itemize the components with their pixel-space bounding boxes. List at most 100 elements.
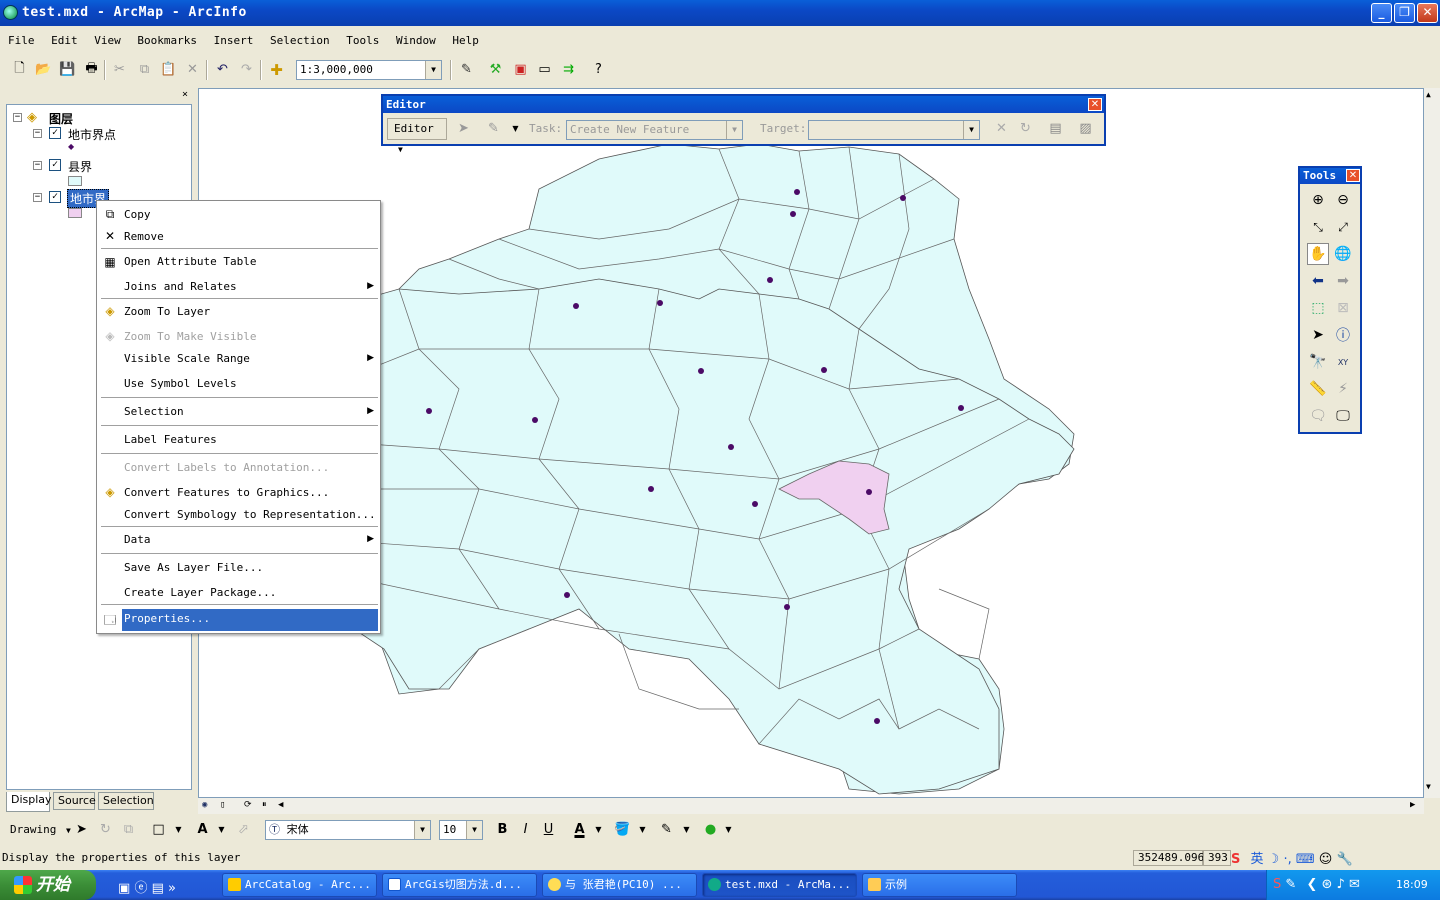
city-point[interactable] bbox=[573, 303, 579, 309]
paste-icon[interactable]: 📋 bbox=[158, 59, 179, 80]
chevron-down-icon[interactable]: ▼ bbox=[168, 819, 189, 840]
menu-item-copy[interactable]: Copy bbox=[124, 208, 151, 222]
rectangle-icon[interactable]: □ bbox=[148, 819, 169, 840]
print-icon[interactable]: 🖶 bbox=[81, 59, 102, 80]
city-point[interactable] bbox=[866, 489, 872, 495]
layer-name[interactable]: 县界 bbox=[68, 158, 92, 175]
html-popup-icon[interactable]: 🗨 bbox=[1307, 405, 1329, 427]
user-icon[interactable]: ☺ bbox=[1319, 852, 1333, 867]
menu-item-selection[interactable]: Selection bbox=[124, 405, 184, 419]
time-slider-icon[interactable]: 🖵 bbox=[1332, 405, 1354, 427]
font-color-icon[interactable]: A bbox=[569, 819, 590, 840]
collapse-icon[interactable]: − bbox=[13, 113, 22, 122]
fixed-zoom-in-icon[interactable]: ⤡ bbox=[1307, 216, 1329, 238]
cut-icon[interactable]: ✂ bbox=[109, 59, 130, 80]
font-combo[interactable]: Ⓣ 宋体 ▼ bbox=[265, 820, 431, 840]
task-combo[interactable]: Create New Feature ▼ bbox=[566, 120, 743, 140]
add-data-icon[interactable]: ✚ bbox=[266, 59, 287, 80]
map-scale-combo[interactable]: 1:3,000,000 ▼ bbox=[296, 60, 442, 80]
chevron-down-icon[interactable]: ▼ bbox=[588, 819, 609, 840]
sogou-icon[interactable]: S bbox=[1231, 852, 1240, 867]
keyboard-icon[interactable]: ⌨ bbox=[1296, 852, 1315, 867]
data-frame-label[interactable]: 图层 bbox=[49, 110, 73, 127]
map-canvas[interactable] bbox=[199, 89, 1424, 798]
tab-display[interactable]: Display bbox=[6, 792, 52, 812]
city-point[interactable] bbox=[874, 718, 880, 724]
editor-title[interactable]: Editor bbox=[383, 96, 1104, 113]
city-point[interactable] bbox=[900, 195, 906, 201]
map-display[interactable] bbox=[198, 88, 1424, 798]
city-point[interactable] bbox=[790, 211, 796, 217]
rotate-icon[interactable]: ↻ bbox=[95, 819, 116, 840]
menu-item-joins-relates[interactable]: Joins and Relates bbox=[124, 280, 237, 294]
taskbar-item-word-doc[interactable]: ArcGis切图方法.d... bbox=[382, 873, 537, 897]
menu-item-save-as-layer-file[interactable]: Save As Layer File... bbox=[124, 561, 263, 575]
city-point[interactable] bbox=[752, 501, 758, 507]
city-point[interactable] bbox=[532, 417, 538, 423]
map-horizontal-scrollbar[interactable]: ◉ ▯ ⟳ ⏸ ◀ ▶ bbox=[198, 798, 1424, 814]
measure-ruler-icon[interactable]: 📏 bbox=[1307, 378, 1329, 400]
chevron-down-icon[interactable]: ▼ bbox=[466, 821, 482, 839]
city-point[interactable] bbox=[426, 408, 432, 414]
chevron-down-icon[interactable]: ▼ bbox=[414, 821, 430, 839]
chevron-down-icon[interactable]: ▼ bbox=[632, 819, 653, 840]
menu-item-convert-features-to-graphics[interactable]: Convert Features to Graphics... bbox=[124, 486, 329, 500]
edit-vertices-icon[interactable]: ⬀ bbox=[233, 819, 254, 840]
show-desktop-icon[interactable]: ▣ bbox=[118, 881, 130, 896]
minimize-button[interactable]: _ bbox=[1371, 3, 1392, 23]
chat-tray-icon[interactable]: ✉ bbox=[1349, 877, 1360, 892]
arctoolbox-icon[interactable]: ⚒ bbox=[485, 59, 506, 80]
network-tray-icon[interactable]: ⊛ bbox=[1322, 877, 1333, 892]
menu-item-zoom-to-layer[interactable]: Zoom To Layer bbox=[124, 305, 210, 319]
open-folder-icon[interactable]: 📂 bbox=[33, 59, 54, 80]
editor-close-icon[interactable]: ✕ bbox=[1088, 98, 1102, 111]
redo-icon[interactable]: ↷ bbox=[236, 59, 257, 80]
tools-close-icon[interactable]: ✕ bbox=[1346, 169, 1360, 182]
zoom-out-icon[interactable]: ⊖ bbox=[1332, 189, 1354, 211]
menu-item-use-symbol-levels[interactable]: Use Symbol Levels bbox=[124, 377, 237, 391]
restore-button[interactable]: ❐ bbox=[1394, 3, 1415, 23]
tab-selection[interactable]: Selection bbox=[98, 792, 154, 810]
tray-expand-icon[interactable]: ❮ bbox=[1306, 877, 1317, 892]
layer-visibility-checkbox[interactable]: ✓ bbox=[49, 191, 61, 203]
taskbar-item-folder[interactable]: 示例 bbox=[862, 873, 1017, 897]
identify-info-icon[interactable]: ⓘ bbox=[1332, 324, 1354, 346]
chevron-down-icon[interactable]: ▼ bbox=[676, 819, 697, 840]
quick-launch-more-icon[interactable]: » bbox=[168, 881, 176, 896]
scroll-left-icon[interactable]: ◀ bbox=[278, 800, 283, 810]
layout-view-globe-icon[interactable]: ◉ bbox=[202, 800, 207, 810]
menu-item-remove[interactable]: Remove bbox=[124, 230, 164, 244]
menu-item-create-layer-package[interactable]: Create Layer Package... bbox=[124, 586, 276, 600]
wrench-icon[interactable]: 🔧 bbox=[1336, 852, 1352, 867]
undo-icon[interactable]: ↶ bbox=[212, 59, 233, 80]
clear-selection-icon[interactable]: ⊠ bbox=[1332, 297, 1354, 319]
city-point[interactable] bbox=[958, 405, 964, 411]
chevron-down-icon[interactable]: ▼ bbox=[425, 61, 441, 79]
window-titlebar[interactable]: test.mxd - ArcMap - ArcInfo _ ❐ ✕ bbox=[0, 0, 1440, 26]
refresh-icon[interactable]: ⟳ bbox=[244, 800, 252, 810]
menu-selection[interactable]: Selection bbox=[270, 30, 330, 52]
fill-color-bucket-icon[interactable]: 🪣 bbox=[612, 819, 633, 840]
split-tool-icon[interactable]: ✕ bbox=[991, 118, 1012, 139]
scroll-up-icon[interactable]: ▲ bbox=[1426, 90, 1431, 99]
line-color-icon[interactable]: ✎ bbox=[656, 819, 677, 840]
font-size-combo[interactable]: 10 ▼ bbox=[439, 820, 483, 840]
attributes-icon[interactable]: ▤ bbox=[1045, 118, 1066, 139]
taskbar-item-chat[interactable]: 与 张君艳(PC10) ... bbox=[542, 873, 697, 897]
layer-visibility-checkbox[interactable]: ✓ bbox=[49, 159, 61, 171]
data-view-icon[interactable]: ▯ bbox=[220, 800, 225, 810]
pan-hand-icon[interactable]: ✋ bbox=[1307, 243, 1329, 265]
pause-drawing-icon[interactable]: ⏸ bbox=[262, 800, 267, 810]
target-combo[interactable]: ▼ bbox=[808, 120, 980, 140]
select-elements-icon[interactable]: ➤ bbox=[71, 819, 92, 840]
menu-file[interactable]: File bbox=[8, 30, 35, 52]
bold-button[interactable]: B bbox=[492, 819, 513, 840]
tab-source[interactable]: Source bbox=[53, 792, 96, 810]
zoom-to-selected-elements-icon[interactable]: ⧉ bbox=[118, 819, 139, 840]
sogou-tray-icon[interactable]: S bbox=[1273, 877, 1281, 892]
collapse-icon[interactable]: − bbox=[33, 161, 42, 170]
save-icon[interactable]: 💾 bbox=[57, 59, 78, 80]
city-point[interactable] bbox=[821, 367, 827, 373]
city-point[interactable] bbox=[784, 604, 790, 610]
point-symbol-icon[interactable]: ◆ bbox=[68, 142, 74, 151]
